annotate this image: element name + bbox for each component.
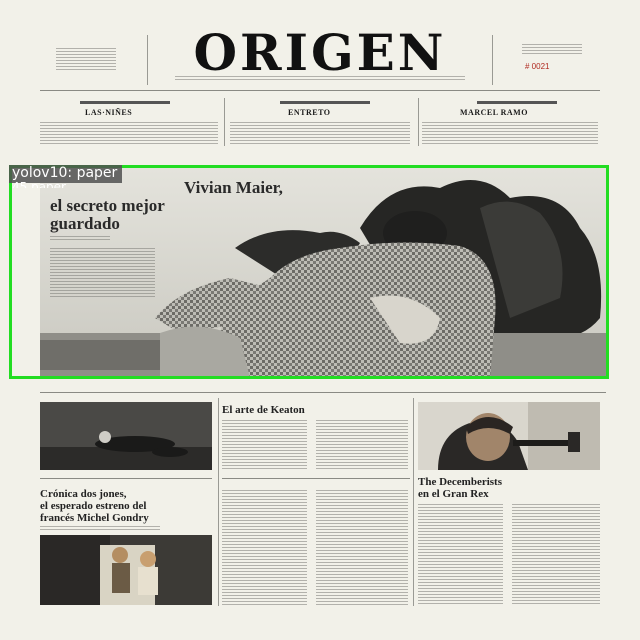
headline-decemberists-2: en el Gran Rex [418, 488, 489, 500]
article-godard-body-1 [222, 490, 307, 605]
photo-keaton [40, 402, 212, 470]
detection-box [9, 165, 609, 379]
headline-godard-3: francés Michel Gondry [40, 512, 149, 524]
masthead-tagline [175, 76, 465, 80]
photo-gondry [40, 535, 212, 605]
teaser-2-head: ENTRETO [288, 108, 331, 117]
header-right-box [522, 44, 582, 56]
teaser-2: ENTRETO [230, 98, 415, 148]
article-decemberists-body-1 [418, 504, 503, 606]
issue-date: # 0021 [525, 62, 550, 71]
header-left-box [50, 42, 145, 78]
teaser-1-head: LAS·NIÑES [85, 108, 133, 117]
article-godard-body-2 [316, 490, 408, 605]
teaser-3: MARCEL RAMO [422, 98, 602, 148]
article-decemberists-body-2 [512, 504, 600, 606]
article-keaton-body-2 [316, 420, 408, 470]
headline-keaton: El arte de Keaton [222, 404, 305, 416]
detection-label-text: yolov10: paper [12, 165, 118, 181]
teaser-3-head: MARCEL RAMO [460, 108, 528, 117]
headline-decemberists-1: The Decemberists [418, 476, 503, 488]
detection-label-overlap: 45 paper [12, 181, 66, 188]
headline-godard-2: el esperado estreno del [40, 500, 147, 512]
teaser-1: LAS·NIÑES [40, 98, 220, 148]
article-keaton-body-1 [222, 420, 307, 470]
headline-godard-1: Crónica dos jones, [40, 488, 127, 500]
photo-decemberists [418, 402, 600, 470]
masthead-title: ORIGEN [193, 23, 447, 82]
